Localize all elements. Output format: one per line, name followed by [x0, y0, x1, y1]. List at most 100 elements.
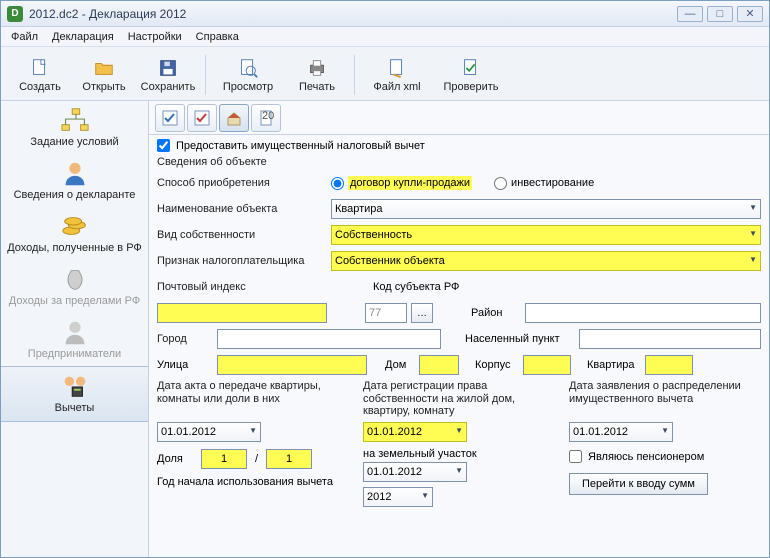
radio-invest-label: инвестирование [511, 177, 594, 189]
tab-social[interactable] [187, 104, 217, 132]
close-button[interactable]: ✕ [737, 6, 763, 22]
tool-print[interactable]: Печать [286, 57, 348, 93]
claim-date-label: Дата заявления о распределении имуществе… [569, 380, 761, 420]
pensioner-checkbox[interactable] [569, 450, 582, 463]
district-label: Район [471, 307, 521, 319]
tool-view[interactable]: Просмотр [212, 57, 284, 93]
city-input[interactable] [217, 329, 441, 349]
menu-help[interactable]: Справка [196, 31, 239, 43]
sidebar-item-entrepreneurs: Предприниматели [1, 313, 148, 366]
preview-icon [237, 57, 259, 79]
minimize-button[interactable]: — [677, 6, 703, 22]
region-lookup-button[interactable]: … [411, 303, 433, 323]
person-grey-icon [60, 319, 90, 345]
deduction-icon [60, 373, 90, 399]
save-icon [157, 57, 179, 79]
flat-label: Квартира [587, 359, 641, 371]
tab-standard[interactable] [155, 104, 185, 132]
coins-icon [60, 213, 90, 239]
new-file-icon [29, 57, 51, 79]
toolbar: Создать Открыть Сохранить Просмотр Печат… [1, 47, 769, 101]
building-input[interactable] [523, 355, 571, 375]
reg-date-select[interactable]: 01.01.2012 [363, 422, 467, 442]
content-pane: 20… Предоставить имущественный налоговый… [149, 101, 769, 557]
house-icon [225, 109, 243, 127]
own-type-select[interactable]: Собственность [331, 225, 761, 245]
menu-file[interactable]: Файл [11, 31, 38, 43]
year-start-select[interactable]: 2012 [363, 487, 433, 507]
menu-declaration[interactable]: Декларация [52, 31, 114, 43]
obj-name-label: Наименование объекта [157, 203, 327, 215]
doc-icon: 20… [257, 109, 275, 127]
settlement-input[interactable] [579, 329, 761, 349]
person-icon [60, 160, 90, 186]
share-label: Доля [157, 453, 197, 465]
house-input[interactable] [419, 355, 459, 375]
deduction-tabstrip: 20… [149, 101, 769, 135]
folder-open-icon [93, 57, 115, 79]
postal-input[interactable] [157, 303, 327, 323]
maximize-button[interactable]: □ [707, 6, 733, 22]
own-type-label: Вид собственности [157, 229, 327, 241]
sidebar-item-conditions[interactable]: Задание условий [1, 101, 148, 154]
share-denominator-input[interactable] [266, 449, 312, 469]
menubar: Файл Декларация Настройки Справка [1, 27, 769, 47]
share-numerator-input[interactable] [201, 449, 247, 469]
tool-check[interactable]: Проверить [435, 57, 507, 93]
city-label: Город [157, 333, 213, 345]
app-icon: D [7, 6, 23, 22]
property-deduction-form: Предоставить имущественный налоговый выч… [149, 135, 769, 557]
tool-create[interactable]: Создать [9, 57, 71, 93]
obj-name-select[interactable]: Квартира [331, 199, 761, 219]
land-date-label: на земельный участок [363, 448, 555, 460]
tree-icon [60, 107, 90, 133]
toolbar-separator [205, 55, 206, 95]
land-date-select[interactable]: 01.01.2012 [363, 462, 467, 482]
app-window: D 2012.dc2 - Декларация 2012 — □ ✕ Файл … [0, 0, 770, 558]
taxpayer-sign-label: Признак налогоплательщика [157, 255, 327, 267]
radio-sale-label: договор купли-продажи [348, 176, 472, 190]
acq-method-label: Способ приобретения [157, 177, 327, 189]
district-input[interactable] [525, 303, 761, 323]
sidebar-item-declarant[interactable]: Сведения о декларанте [1, 154, 148, 207]
postal-label: Почтовый индекс [157, 281, 327, 293]
building-label: Корпус [475, 359, 519, 371]
radio-investment[interactable]: инвестирование [494, 177, 594, 190]
redcheck-icon [193, 109, 211, 127]
tab-other[interactable]: 20… [251, 104, 281, 132]
reg-date-label: Дата регистрации права собственности на … [363, 380, 555, 420]
printer-icon [306, 57, 328, 79]
checklist-icon [161, 109, 179, 127]
region-code-label: Код субъекта РФ [373, 281, 459, 293]
sidebar-item-income-rf[interactable]: Доходы, полученные в РФ [1, 207, 148, 260]
radio-sale-contract[interactable]: договор купли-продажи [331, 176, 472, 190]
provide-deduction-label: Предоставить имущественный налоговый выч… [176, 140, 425, 152]
claim-date-select[interactable]: 01.01.2012 [569, 422, 673, 442]
sidebar-item-deductions[interactable]: Вычеты [1, 366, 148, 421]
year-start-label: Год начала использования вычета [157, 476, 349, 488]
house-label: Дом [385, 359, 415, 371]
act-date-select[interactable]: 01.01.2012 [157, 422, 261, 442]
workspace: Задание условий Сведения о декларанте До… [1, 101, 769, 557]
region-code-input [365, 303, 407, 323]
tool-xml[interactable]: Файл xml [361, 57, 433, 93]
sidebar-item-income-abroad: Доходы за пределами РФ [1, 260, 148, 313]
flat-input[interactable] [645, 355, 693, 375]
tool-save[interactable]: Сохранить [137, 57, 199, 93]
menu-settings[interactable]: Настройки [128, 31, 182, 43]
street-input[interactable] [217, 355, 367, 375]
tab-property[interactable] [219, 104, 249, 132]
window-title: 2012.dc2 - Декларация 2012 [29, 7, 677, 21]
taxpayer-sign-select[interactable]: Собственник объекта [331, 251, 761, 271]
provide-deduction-checkbox[interactable] [157, 139, 170, 152]
object-section-label: Сведения об объекте [157, 156, 761, 168]
toolbar-separator [354, 55, 355, 95]
money-bag-icon [60, 266, 90, 292]
street-label: Улица [157, 359, 213, 371]
act-date-label: Дата акта о передаче квартиры, комнаты и… [157, 380, 349, 420]
tool-open[interactable]: Открыть [73, 57, 135, 93]
pensioner-label: Являюсь пенсионером [588, 451, 704, 463]
xml-file-icon [386, 57, 408, 79]
check-file-icon [460, 57, 482, 79]
go-to-sums-button[interactable]: Перейти к вводу сумм [569, 473, 708, 495]
